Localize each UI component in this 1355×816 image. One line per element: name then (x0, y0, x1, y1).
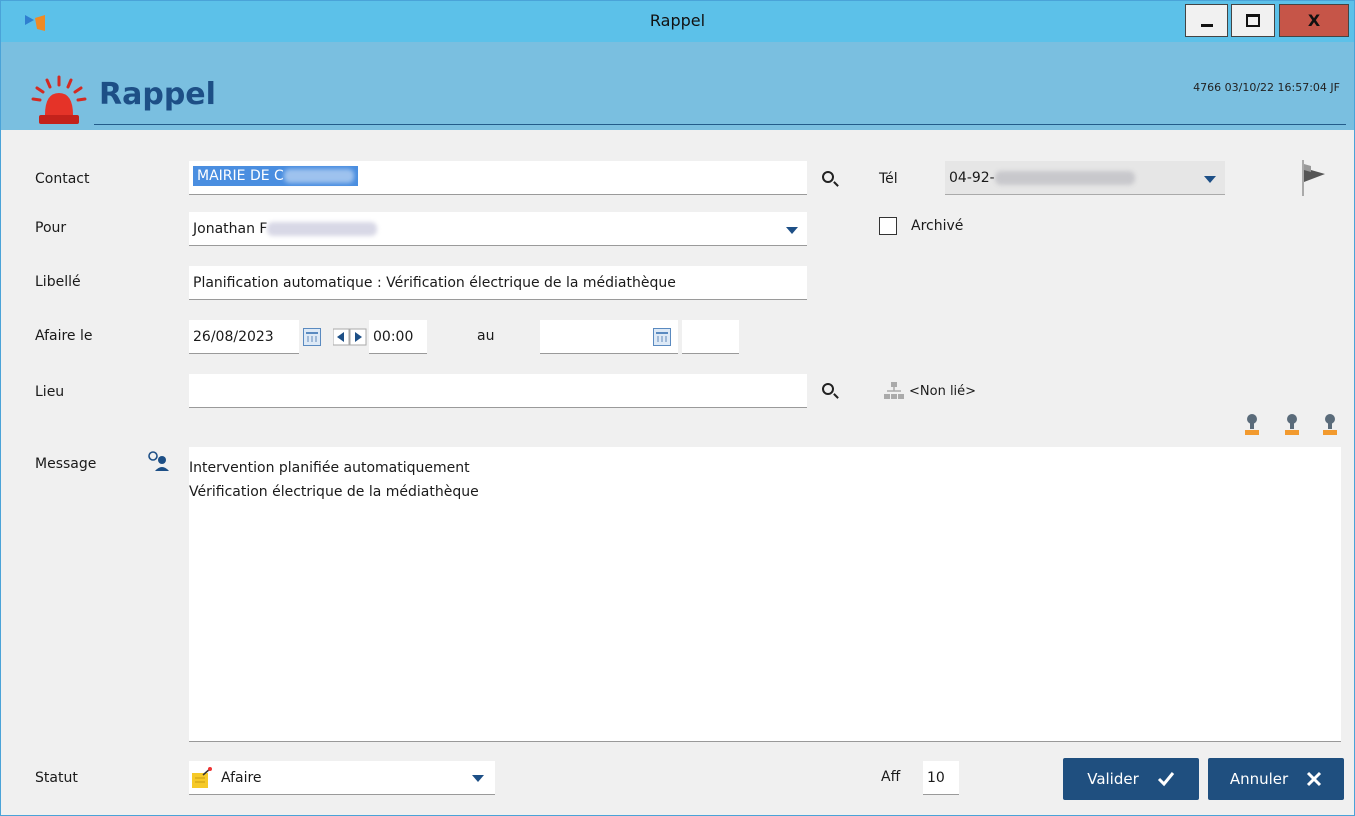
libelle-input[interactable]: Planification automatique : Vérification… (189, 266, 807, 300)
message-line-1: Intervention planifiée automatiquement (189, 460, 470, 476)
statut-dropdown-icon (472, 775, 484, 782)
minimize-icon (1200, 24, 1213, 27)
dialog-window: Rappel X Rappel 4766 03/10/22 16:57:04 J… (0, 0, 1355, 816)
afaire-date-value: 26/08/2023 (193, 329, 274, 345)
window-title: Rappel (649, 11, 706, 30)
tel-select[interactable]: 04-92- (945, 161, 1225, 195)
afaire-label: Afaire le (35, 328, 93, 344)
minimize-button[interactable] (1185, 4, 1228, 37)
aff-input[interactable]: 10 (923, 761, 959, 795)
libelle-label: Libellé (35, 274, 81, 290)
header-underline (94, 124, 1346, 125)
end-calendar-icon[interactable] (653, 328, 671, 346)
au-time-input[interactable] (682, 320, 739, 354)
afaire-date-input[interactable]: 26/08/2023 (189, 320, 299, 354)
maximize-icon (1246, 14, 1260, 27)
archive-label: Archivé (911, 218, 964, 234)
contact-value: MAIRIE DE C (193, 166, 358, 186)
libelle-value: Planification automatique : Vérification… (193, 275, 676, 291)
pour-value: Jonathan F (193, 221, 268, 237)
title-bar[interactable]: Rappel X (1, 1, 1354, 42)
statut-label: Statut (35, 770, 78, 786)
date-nav-arrows-icon[interactable] (333, 328, 369, 346)
pour-label: Pour (35, 220, 67, 236)
valider-label: Valider (1087, 770, 1139, 788)
alarm-light-icon (31, 75, 87, 124)
calendar-icon[interactable] (303, 328, 321, 346)
tel-dropdown-icon (1204, 176, 1216, 183)
aff-label: Aff (881, 769, 901, 785)
annuler-label: Annuler (1229, 770, 1289, 788)
pour-select[interactable]: Jonathan F (189, 212, 807, 246)
lieu-input[interactable] (189, 374, 807, 408)
tel-label: Tél (879, 171, 898, 187)
hierarchy-icon[interactable] (884, 382, 904, 400)
page-title: Rappel (99, 77, 216, 112)
statut-value: Afaire (221, 770, 262, 786)
valider-button[interactable]: Valider (1063, 758, 1199, 800)
contact-field[interactable]: MAIRIE DE C (189, 161, 807, 195)
contact-search-icon[interactable] (822, 171, 834, 183)
non-lie-link[interactable]: <Non lié> (909, 384, 976, 399)
lieu-search-icon[interactable] (822, 383, 834, 395)
message-user-icon[interactable] (148, 451, 170, 473)
pin-icon-3[interactable] (1323, 413, 1337, 437)
lieu-label: Lieu (35, 384, 65, 400)
maximize-button[interactable] (1231, 4, 1275, 37)
afaire-time-value: 00:00 (373, 329, 414, 345)
check-icon (1157, 772, 1174, 787)
au-label: au (477, 328, 495, 344)
flag-icon[interactable] (1291, 158, 1335, 198)
pin-icon-2[interactable] (1285, 413, 1299, 437)
record-meta: 4766 03/10/22 16:57:04 JF (1193, 81, 1340, 94)
tel-value: 04-92- (949, 170, 995, 186)
archive-checkbox[interactable] (879, 217, 897, 235)
message-line-2: Vérification électrique de la médiathèqu… (189, 484, 479, 500)
close-icon: X (1307, 11, 1321, 30)
note-icon (192, 767, 212, 788)
close-button[interactable]: X (1279, 4, 1349, 37)
aff-value: 10 (927, 770, 945, 786)
pour-dropdown-icon (786, 227, 798, 234)
cancel-x-icon (1307, 771, 1322, 787)
message-textarea[interactable]: Intervention planifiée automatiquement V… (189, 447, 1341, 742)
afaire-time-input[interactable]: 00:00 (369, 320, 427, 354)
statut-select[interactable]: Afaire (189, 761, 495, 795)
contact-label: Contact (35, 171, 90, 187)
message-label: Message (35, 456, 97, 472)
annuler-button[interactable]: Annuler (1208, 758, 1344, 800)
pin-icon-1[interactable] (1245, 413, 1259, 437)
